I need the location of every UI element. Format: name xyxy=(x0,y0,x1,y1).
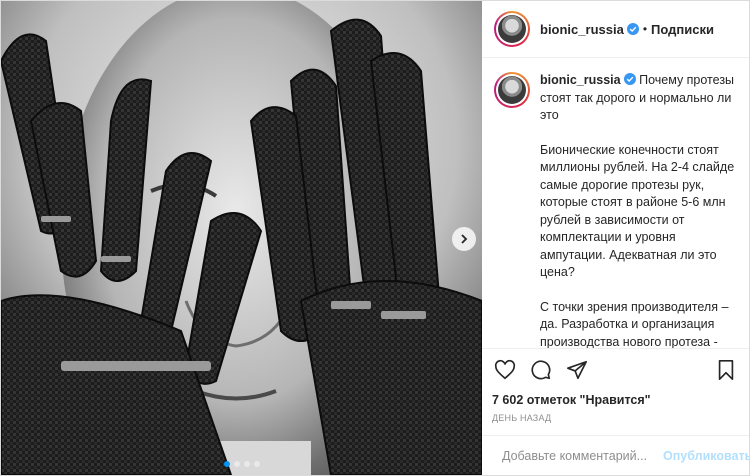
post-timestamp[interactable]: день назад xyxy=(492,413,739,423)
verified-badge-icon xyxy=(623,73,636,85)
avatar[interactable] xyxy=(494,11,530,47)
comment-icon xyxy=(531,360,551,380)
share-button[interactable] xyxy=(564,357,590,383)
username-link[interactable]: bionic_russia xyxy=(540,22,624,37)
carousel-dot xyxy=(233,461,240,467)
send-icon xyxy=(567,360,587,380)
comment-input[interactable] xyxy=(502,448,663,463)
follow-status-button[interactable]: Подписки xyxy=(651,22,714,37)
comment-button[interactable] xyxy=(528,357,554,383)
carousel-indicator xyxy=(1,461,482,467)
carousel-photo xyxy=(1,1,482,475)
post-comment-button[interactable]: Опубликовать xyxy=(663,449,750,463)
likes-count[interactable]: 7 602 отметок "Нравится" xyxy=(492,393,739,407)
next-slide-button[interactable] xyxy=(452,227,476,251)
heart-icon xyxy=(494,359,516,380)
caption-paragraph-3: С точки зрения производителя – да. Разра… xyxy=(540,299,729,349)
action-icons xyxy=(492,355,739,385)
carousel-dot xyxy=(243,461,250,467)
caption-username-link[interactable]: bionic_russia xyxy=(540,73,621,87)
carousel-dot xyxy=(253,461,260,467)
bookmark-icon xyxy=(718,360,734,380)
comment-form: Опубликовать xyxy=(482,435,750,475)
caption-paragraph-1: bionic_russia Почему протезы стоят так д… xyxy=(540,72,737,125)
post-container: bionic_russia • Подписки bionic_russia П… xyxy=(0,0,750,476)
carousel-dot xyxy=(223,461,230,467)
post-header: bionic_russia • Подписки xyxy=(482,1,749,58)
like-button[interactable] xyxy=(492,357,518,383)
action-bar: 7 602 отметок "Нравится" день назад xyxy=(482,348,749,423)
caption-scroll[interactable]: bionic_russia Почему протезы стоят так д… xyxy=(482,58,749,348)
separator-dot: • xyxy=(642,22,648,36)
verified-badge-icon xyxy=(626,23,639,35)
post-sidebar: bionic_russia • Подписки bionic_russia П… xyxy=(482,1,750,475)
caption-text: bionic_russia Почему протезы стоят так д… xyxy=(540,72,737,348)
caption-paragraph-2: Бионические конечности стоят миллионы ру… xyxy=(540,142,735,280)
save-button[interactable] xyxy=(713,357,739,383)
post-image[interactable] xyxy=(1,1,482,475)
chevron-right-icon xyxy=(461,234,468,244)
caption-avatar[interactable] xyxy=(494,72,530,108)
